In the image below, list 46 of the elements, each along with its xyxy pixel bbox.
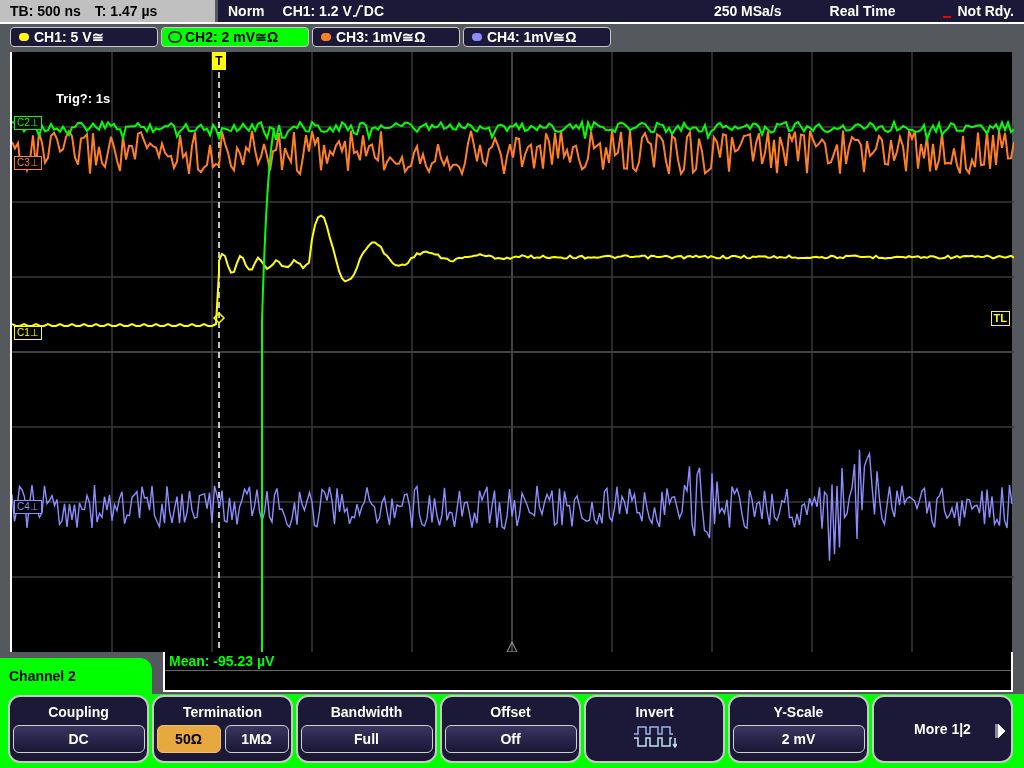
trigger-status-text: Trig?: 1s	[56, 90, 111, 108]
softkey[interactable]: Bandwidth Full	[296, 695, 437, 763]
status-indicator-icon	[943, 16, 952, 18]
softkey[interactable]: Termination 50Ω 1MΩ	[152, 695, 293, 763]
trigger-source-text: CH1: 1.2 V	[282, 1, 352, 21]
channel-tab[interactable]: CH1: 5 V≅	[10, 27, 158, 47]
softkey[interactable]: Invert	[584, 695, 725, 763]
play-arrow-icon	[995, 724, 1005, 738]
softkey-title: Termination	[182, 703, 263, 721]
channel-tab[interactable]: CH4: 1mV≅Ω	[463, 27, 611, 47]
trigger-level-marker: TL	[990, 311, 1010, 326]
measurement-text: Mean: -95.23 µV	[165, 652, 1011, 671]
acquisition-state-text: Not Rdy.	[957, 1, 1014, 21]
option-button[interactable]: 50Ω	[156, 725, 221, 753]
invert-waveform-icon	[632, 725, 677, 749]
channel-tab[interactable]: CH3: 1mV≅Ω	[312, 27, 460, 47]
center-triangle-icon	[506, 641, 518, 652]
softkey-title: Coupling	[48, 703, 109, 721]
softkey-title: Bandwidth	[330, 703, 403, 721]
softkey[interactable]: Coupling DC	[8, 695, 149, 763]
channel-marker: C4⊥	[14, 500, 42, 514]
softkey[interactable]: More 1|2	[872, 695, 1013, 763]
trigger-marker: T	[212, 52, 226, 70]
option-button[interactable]: 1MΩ	[224, 725, 289, 753]
value-button[interactable]: Off	[444, 725, 577, 753]
channel-marker: C3⊥	[14, 156, 42, 170]
softkey-title: Invert	[635, 703, 674, 721]
channel-marker: C1⊥	[14, 326, 42, 340]
rising-edge-icon	[352, 5, 363, 17]
acquisition-mode-text: Real Time	[829, 1, 896, 21]
softkey-title: Offset	[490, 703, 531, 721]
softkey[interactable]: Offset Off	[440, 695, 581, 763]
trigger-level-diamond	[212, 311, 226, 325]
channel-tab[interactable]: CH2: 2 mV≅Ω	[161, 27, 309, 47]
softkey[interactable]: Y-Scale 2 mV	[728, 695, 869, 763]
timebase-text: TB: 500 ns	[10, 1, 81, 21]
value-button[interactable]: DC	[12, 725, 145, 753]
sample-rate-text: 250 MSa/s	[713, 1, 782, 21]
trigger-mode-text: Norm	[228, 1, 265, 21]
trigger-time-text: T: 1.47 µs	[94, 1, 158, 21]
channel-marker: C2⊥	[14, 116, 42, 130]
menu-title: Channel 2	[9, 666, 76, 686]
value-button[interactable]: 2 mV	[732, 725, 865, 753]
softkey-title: Y-Scale	[773, 703, 824, 721]
trigger-coupling-text: DC	[363, 1, 385, 21]
value-button[interactable]: Full	[300, 725, 433, 753]
